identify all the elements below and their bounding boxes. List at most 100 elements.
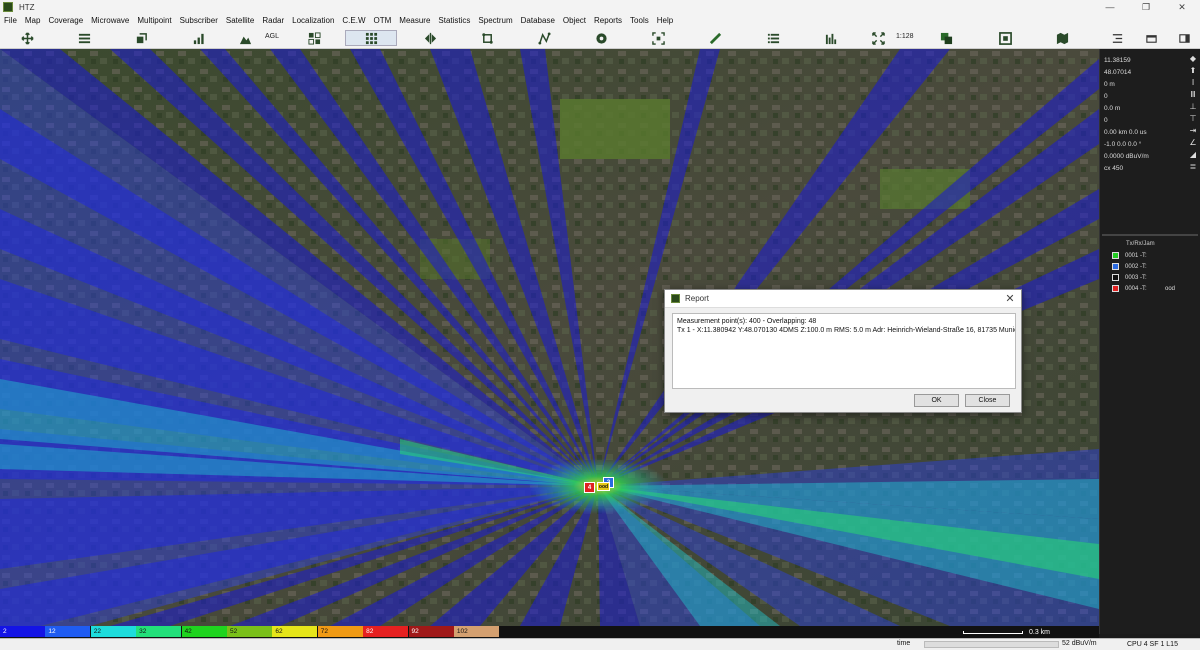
legend-cell: 102 — [453, 626, 499, 637]
object-icon[interactable] — [937, 30, 955, 46]
panel-icon[interactable] — [1175, 30, 1193, 46]
dialog-close-icon[interactable]: ✕ — [1003, 292, 1017, 306]
dialog-app-icon — [671, 294, 680, 303]
tx-marker-4[interactable]: 4 — [584, 482, 595, 493]
menu-measure[interactable]: Measure — [399, 16, 430, 25]
menu-spectrum[interactable]: Spectrum — [478, 16, 512, 25]
list-small-icon[interactable]: ≣ — [1188, 161, 1198, 173]
ruler-icon[interactable] — [706, 30, 724, 46]
menu-statistics[interactable]: Statistics — [438, 16, 470, 25]
layers-icon[interactable] — [75, 30, 93, 46]
menu-cew[interactable]: C.E.W — [342, 16, 365, 25]
menu-localization[interactable]: Localization — [292, 16, 334, 25]
menu-subscriber[interactable]: Subscriber — [180, 16, 218, 25]
legend-cell: 52 — [226, 626, 272, 637]
frame-icon[interactable] — [996, 30, 1014, 46]
time-label: time — [897, 640, 911, 647]
latitude-value: 48.07014 — [1104, 69, 1132, 76]
legend-cell: 2 — [0, 626, 45, 637]
menu-object[interactable]: Object — [563, 16, 586, 25]
signal-icon[interactable]: ◢ — [1188, 149, 1198, 161]
field-strength-status: 52 dBuV/m — [1062, 640, 1097, 647]
close-button[interactable]: Close — [965, 394, 1010, 407]
navigate-icon[interactable]: ◆ — [1188, 53, 1198, 65]
menu-radar[interactable]: Radar — [262, 16, 284, 25]
tx-list-item[interactable]: 0002 -T: — [1112, 261, 1198, 272]
menu-right-icon[interactable] — [1108, 30, 1126, 46]
upload-icon[interactable]: ⬆ — [1188, 65, 1198, 77]
map-icon[interactable] — [1053, 30, 1071, 46]
ok-button[interactable]: OK — [914, 394, 959, 407]
menu-otm[interactable]: OTM — [374, 16, 392, 25]
tx-list-item[interactable]: 0003 -T: — [1112, 272, 1198, 283]
statistics-icon[interactable] — [822, 30, 840, 46]
tx-color-swatch[interactable] — [1112, 263, 1119, 270]
menu-map[interactable]: Map — [25, 16, 41, 25]
agl-label[interactable]: AGL — [265, 33, 279, 40]
close-icon[interactable]: ✕ — [1164, 0, 1200, 14]
field-strength-legend: 2 12 22 32 42 52 62 72 82 92 102 — [0, 626, 1099, 638]
menu-tools[interactable]: Tools — [630, 16, 649, 25]
window-controls: — ❐ ✕ — [1092, 0, 1200, 14]
expand-icon[interactable] — [869, 30, 887, 46]
menu-reports[interactable]: Reports — [594, 16, 622, 25]
coverage-icon[interactable] — [132, 30, 150, 46]
menu-help[interactable]: Help — [657, 16, 673, 25]
split-icon[interactable] — [421, 30, 439, 46]
menu-file[interactable]: File — [4, 16, 17, 25]
menu-multipoint[interactable]: Multipoint — [137, 16, 171, 25]
antenna-icon[interactable]: ⊤ — [1188, 113, 1198, 125]
route-icon[interactable] — [478, 30, 496, 46]
tx-list-header: Tx/Rx/Jam — [1126, 241, 1155, 247]
menu-bar: File Map Coverage Microwave Multipoint S… — [0, 14, 1200, 27]
legend-cell: 92 — [408, 626, 454, 637]
target-icon[interactable] — [649, 30, 667, 46]
tx-list-item[interactable]: 0004 -T: ood — [1112, 283, 1198, 294]
minimize-icon[interactable]: — — [1092, 0, 1128, 14]
menu-database[interactable]: Database — [521, 16, 555, 25]
multipoint-grid-icon[interactable] — [345, 30, 397, 46]
legend-cell: 42 — [181, 626, 227, 637]
range-time-value: 0.00 km 0.0 us — [1104, 129, 1147, 136]
list-icon[interactable] — [764, 30, 782, 46]
tx-color-swatch[interactable] — [1112, 252, 1119, 259]
scale-bar-label: 0.3 km — [1029, 629, 1051, 636]
report-text-area[interactable]: Measurement point(s): 400 - Overlapping:… — [672, 313, 1016, 389]
tx-label: 0002 -T: — [1125, 263, 1147, 270]
report-line: Tx 1 - X:11.380942 Y:48.070130 4DMS Z:10… — [677, 327, 1016, 334]
tx-label: 0003 -T: — [1125, 274, 1147, 281]
tx-marker-ood[interactable]: ood — [597, 482, 610, 491]
columns-icon[interactable]: Ⅲ — [1188, 89, 1198, 101]
cpu-status: CPU 4 SF 1 L15 — [1099, 638, 1200, 650]
tx-color-swatch[interactable] — [1112, 285, 1119, 292]
height-icon[interactable]: Ⅰ — [1188, 77, 1198, 89]
tx-color-swatch[interactable] — [1112, 274, 1119, 281]
satellite-icon[interactable] — [592, 30, 610, 46]
network-icon[interactable] — [535, 30, 553, 46]
panel-tool-icons: ◆ ⬆ Ⅰ Ⅲ ⊥ ⊤ ⇥ ∠ ◢ ≣ — [1188, 53, 1200, 173]
tx-label: 0004 -T: — [1125, 285, 1147, 292]
menu-satellite[interactable]: Satellite — [226, 16, 254, 25]
readout-value-4: 0 — [1104, 93, 1108, 100]
dialog-title: Report — [685, 294, 710, 303]
report-dialog: Report ✕ Measurement point(s): 400 - Ove… — [664, 289, 1022, 413]
menu-coverage[interactable]: Coverage — [48, 16, 83, 25]
bar-chart-icon[interactable] — [189, 30, 207, 46]
legend-cell: 82 — [363, 626, 409, 637]
menu-microwave[interactable]: Microwave — [91, 16, 129, 25]
scale-bar: 0.3 km — [963, 629, 1053, 637]
pin-icon[interactable]: ⊥ — [1188, 101, 1198, 113]
tx-list-item[interactable]: 0001 -T: — [1112, 250, 1198, 261]
range-icon[interactable]: ⇥ — [1188, 125, 1198, 137]
legend-cell: 22 — [90, 626, 136, 637]
pan-icon[interactable] — [18, 30, 36, 46]
grid-tool-icon[interactable] — [305, 30, 323, 46]
angle-icon[interactable]: ∠ — [1188, 137, 1198, 149]
maximize-icon[interactable]: ❐ — [1128, 0, 1164, 14]
height-value: 0 m — [1104, 81, 1115, 88]
window-icon[interactable] — [1142, 30, 1160, 46]
legend-cell: 62 — [272, 626, 318, 637]
cx-value: cx 450 — [1104, 165, 1124, 172]
terrain-icon[interactable] — [236, 30, 254, 46]
zoom-scale-label[interactable]: 1:128 — [896, 33, 914, 40]
